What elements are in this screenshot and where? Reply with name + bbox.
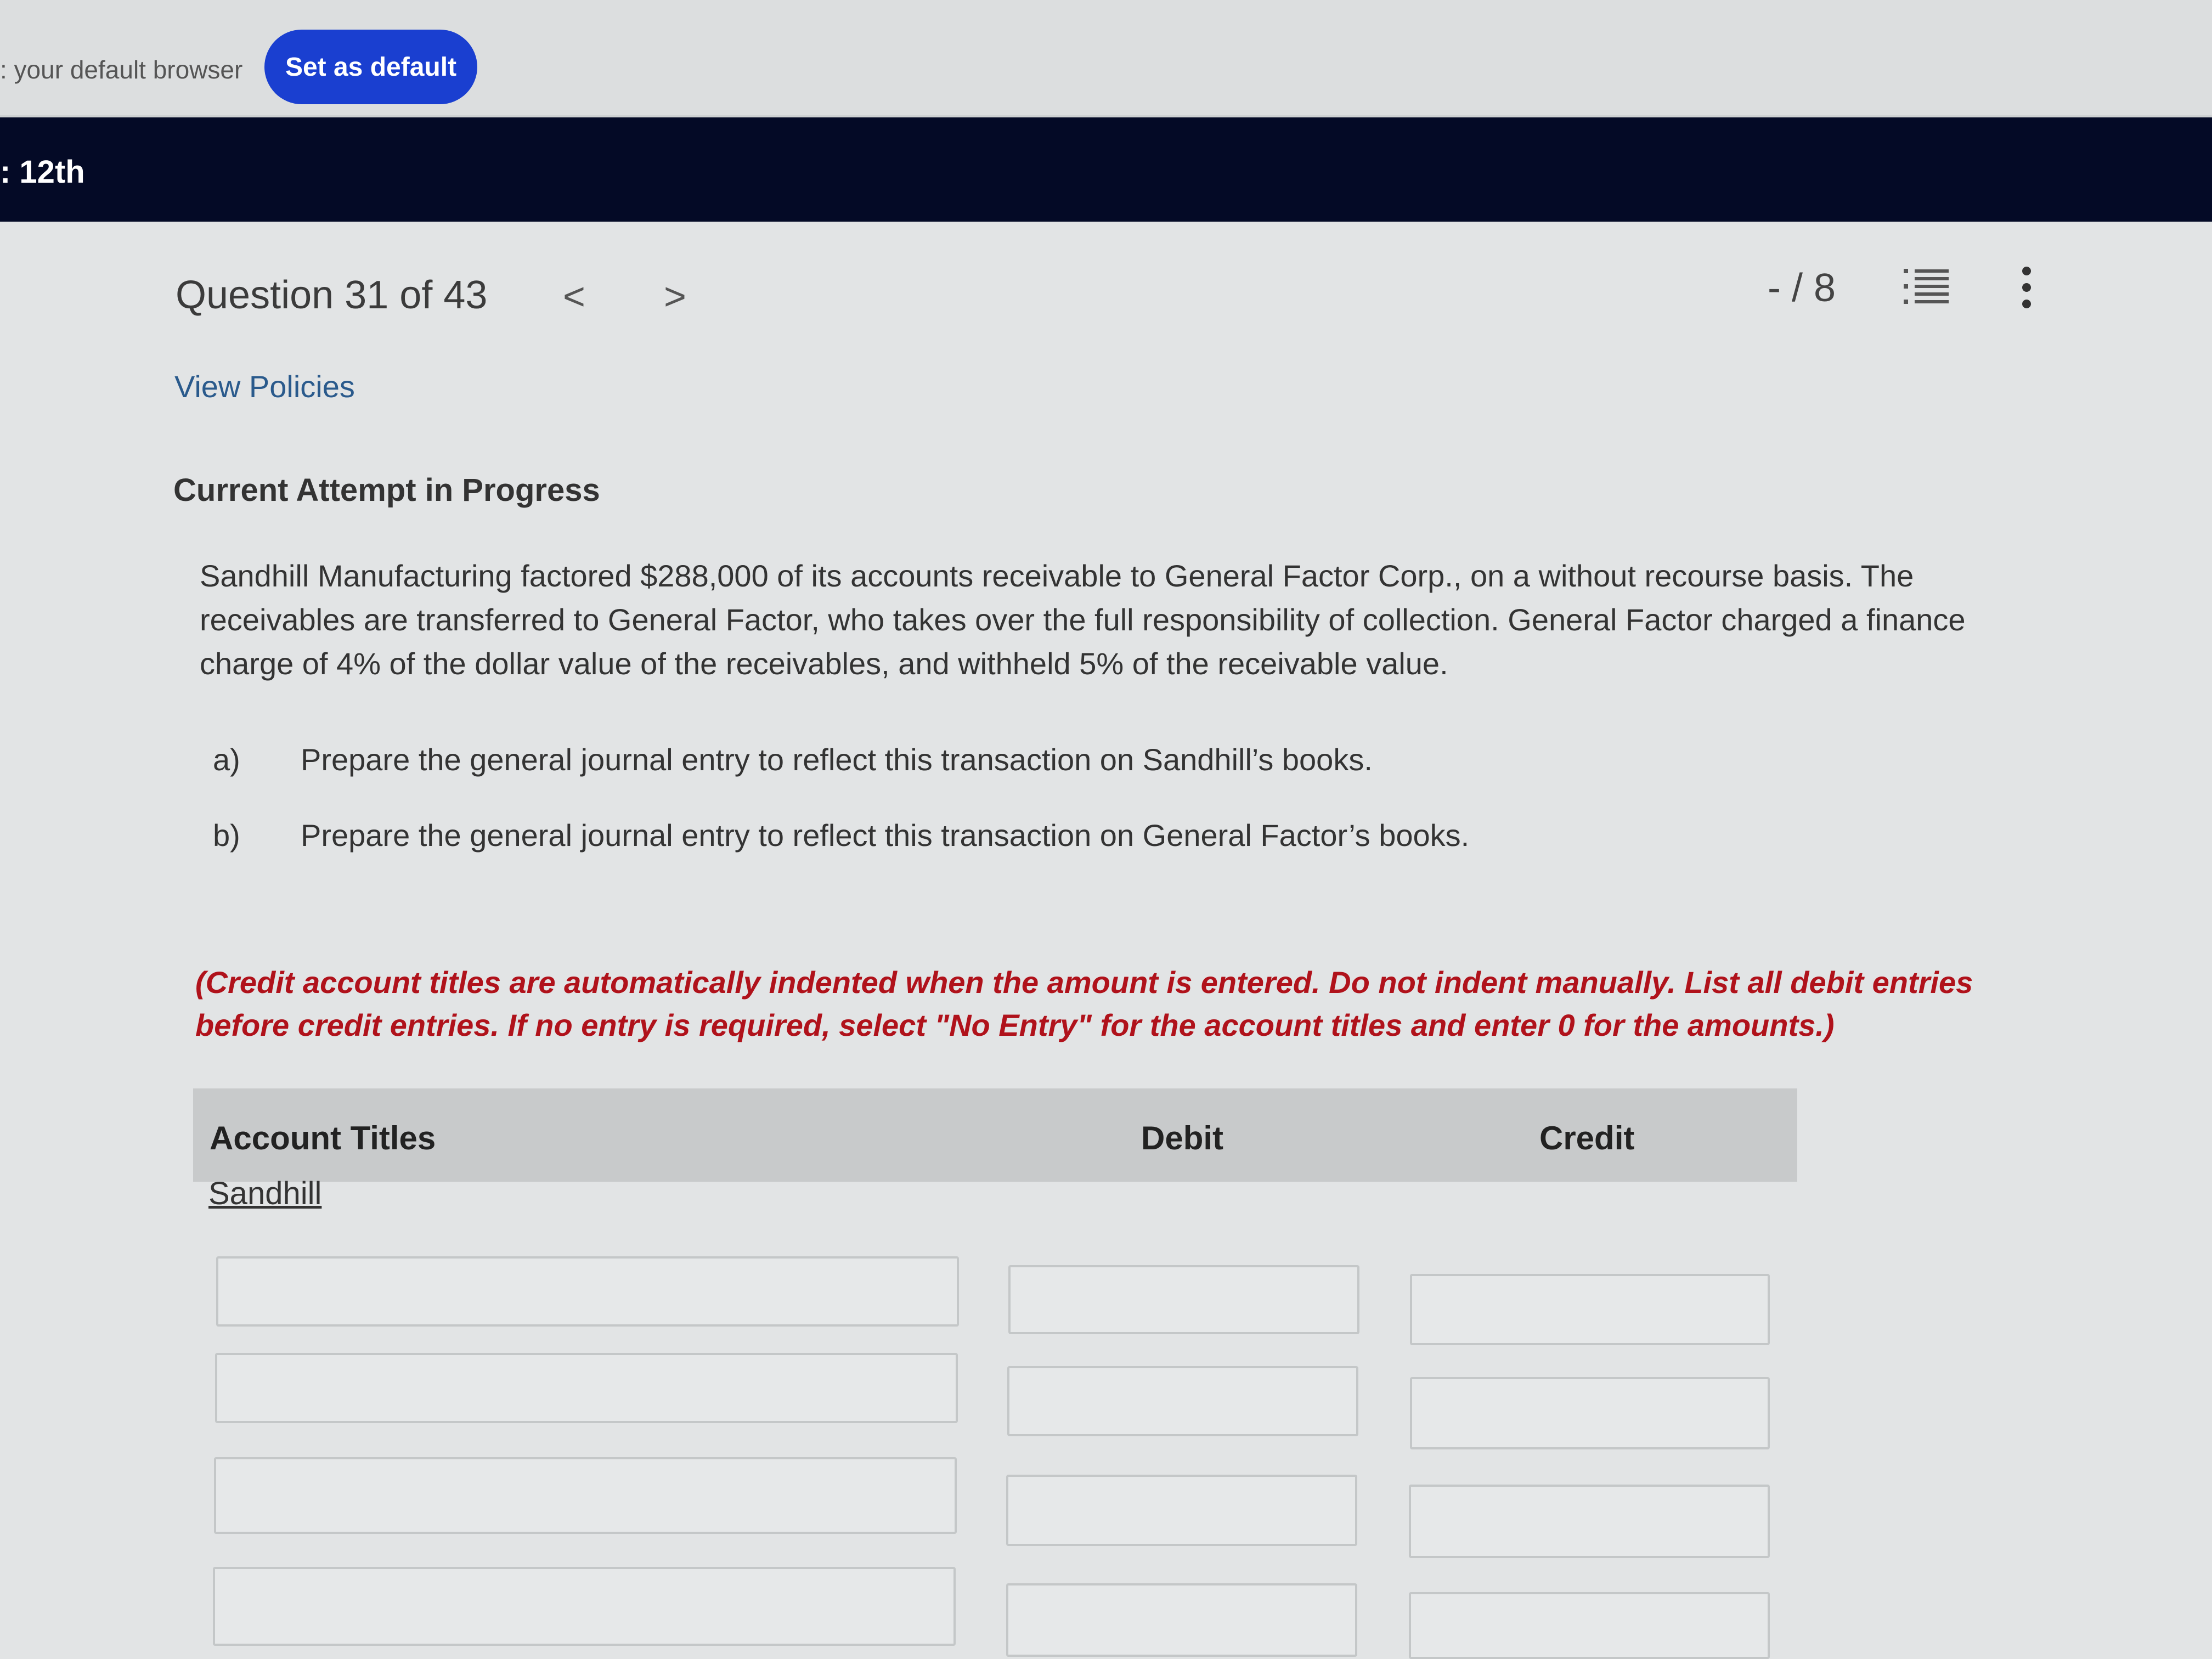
account-title-input[interactable] — [214, 1457, 957, 1534]
credit-input[interactable] — [1409, 1485, 1770, 1558]
list-icon[interactable] — [1904, 268, 1949, 306]
kebab-menu-icon[interactable] — [2019, 266, 2034, 309]
part-a-text: Prepare the general journal entry to ref… — [301, 742, 1373, 777]
journal-table-header: Account Titles Debit Credit — [193, 1088, 1797, 1182]
entry-instructions: (Credit account titles are automatically… — [195, 965, 1973, 1042]
journal-section-label: Sandhill — [208, 1176, 322, 1211]
credit-input[interactable] — [1410, 1274, 1770, 1345]
default-browser-message: : your default browser — [0, 55, 243, 84]
debit-input[interactable] — [1006, 1475, 1357, 1546]
question-score: - / 8 — [1768, 266, 1836, 310]
header-credit: Credit — [1539, 1120, 1635, 1156]
debit-input[interactable] — [1008, 1265, 1359, 1334]
view-policies-link[interactable]: View Policies — [174, 369, 355, 404]
question-counter: Question 31 of 43 — [176, 273, 488, 317]
attempt-status: Current Attempt in Progress — [173, 472, 600, 508]
account-title-input[interactable] — [215, 1353, 958, 1423]
part-b-label: b) — [213, 818, 240, 853]
part-b: b) Prepare the general journal entry to r… — [213, 817, 1469, 853]
account-title-input[interactable] — [216, 1256, 959, 1327]
question-panel — [0, 222, 2212, 1659]
header-debit: Debit — [1141, 1120, 1223, 1156]
default-browser-bar: : your default browser Set as default — [0, 0, 2212, 117]
debit-input[interactable] — [1006, 1583, 1357, 1657]
part-b-text: Prepare the general journal entry to ref… — [301, 818, 1470, 853]
account-title-input[interactable] — [213, 1567, 956, 1646]
part-a: a) Prepare the general journal entry to r… — [213, 742, 1373, 777]
part-a-label: a) — [213, 742, 240, 777]
app-header: : 12th — [0, 117, 2212, 222]
credit-input[interactable] — [1410, 1377, 1770, 1449]
debit-input[interactable] — [1007, 1366, 1358, 1436]
problem-statement: Sandhill Manufacturing factored $288,000… — [200, 558, 1966, 681]
set-as-default-button[interactable]: Set as default — [264, 30, 477, 104]
next-question-button[interactable]: > — [664, 274, 686, 318]
header-account-titles: Account Titles — [210, 1120, 436, 1156]
previous-question-button[interactable]: < — [563, 274, 585, 318]
credit-input[interactable] — [1409, 1592, 1770, 1659]
assignment-title: : 12th — [0, 154, 85, 190]
